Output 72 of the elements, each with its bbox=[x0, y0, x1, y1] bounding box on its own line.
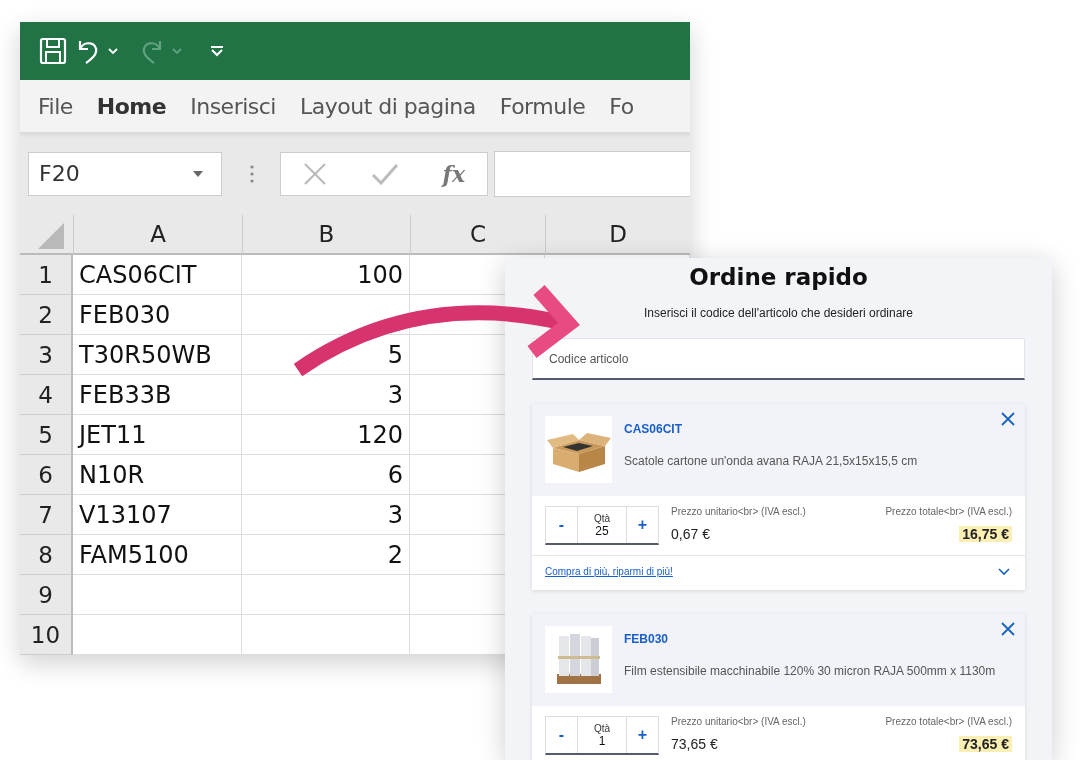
unit-price-label: Prezzo unitario<br> (IVA escl.) bbox=[671, 716, 806, 727]
column-header[interactable]: B bbox=[242, 215, 410, 255]
total-price: 73,65 € bbox=[959, 736, 1012, 752]
row-header[interactable]: 3 bbox=[20, 335, 73, 375]
column-header[interactable]: C bbox=[410, 215, 545, 255]
chevron-down-icon[interactable] bbox=[998, 567, 1010, 576]
quantity-value[interactable]: 1 bbox=[598, 733, 606, 748]
input-field[interactable]: Codice articolo bbox=[532, 338, 1025, 380]
total-price-label: Prezzo totale<br> (IVA escl.) bbox=[885, 506, 1012, 517]
table-cell[interactable]: 2 bbox=[242, 535, 410, 575]
table-cell[interactable]: T30R50WB bbox=[73, 335, 242, 375]
row-header[interactable]: 8 bbox=[20, 535, 73, 575]
table-cell[interactable]: FEB030 bbox=[73, 295, 242, 335]
table-cell[interactable]: FAM5100 bbox=[73, 535, 242, 575]
table-cell[interactable]: 120 bbox=[242, 415, 410, 455]
table-cell[interactable]: 5 bbox=[242, 335, 410, 375]
ribbon-tab[interactable]: Inserisci bbox=[190, 93, 276, 119]
table-cell[interactable]: 100 bbox=[242, 255, 410, 295]
function-button[interactable]: fx bbox=[442, 160, 466, 187]
panel-title: Ordine rapido bbox=[688, 264, 869, 290]
unit-price: 0,67 € bbox=[671, 526, 711, 542]
ribbon-tab[interactable]: File bbox=[38, 93, 73, 119]
quantity-label: Qtà bbox=[593, 722, 611, 734]
quantity-value[interactable]: 25 bbox=[595, 523, 609, 538]
dropdown-icon[interactable] bbox=[193, 170, 203, 177]
unit-price: 73,65 € bbox=[671, 736, 719, 752]
column-header[interactable]: D bbox=[545, 215, 690, 255]
more-icon[interactable] bbox=[250, 163, 254, 184]
table-cell[interactable]: 3 bbox=[242, 375, 410, 415]
row-header[interactable]: 5 bbox=[20, 415, 73, 455]
product-description: Scatole cartone un'onda avana RAJA 21,5x15x15,5 cm bbox=[624, 454, 918, 468]
table-cell[interactable]: FEB33B bbox=[73, 375, 242, 415]
ribbon-tab[interactable]: Fo bbox=[609, 93, 634, 119]
total-price: 16,75 € bbox=[959, 526, 1012, 542]
column-header[interactable]: A bbox=[73, 215, 242, 255]
row-header[interactable]: 10 bbox=[20, 615, 73, 655]
customize-icon[interactable] bbox=[210, 45, 224, 57]
save-icon[interactable] bbox=[38, 36, 68, 66]
row-header[interactable]: 1 bbox=[20, 255, 73, 295]
table-cell[interactable] bbox=[242, 575, 410, 615]
corner-icon[interactable] bbox=[38, 223, 64, 249]
table-cell[interactable] bbox=[73, 575, 242, 615]
table-cell[interactable]: V13107 bbox=[73, 495, 242, 535]
table-cell[interactable] bbox=[73, 615, 242, 655]
close-icon[interactable] bbox=[1001, 412, 1015, 426]
ribbon-tab[interactable]: Layout di pagina bbox=[299, 93, 476, 119]
table-cell[interactable]: JET11 bbox=[73, 415, 242, 455]
ribbon-tab[interactable]: Home bbox=[96, 93, 167, 119]
row-header[interactable]: 2 bbox=[20, 295, 73, 335]
row-header[interactable]: 9 bbox=[20, 575, 73, 615]
table-cell[interactable]: 6 bbox=[242, 455, 410, 495]
table-cell[interactable]: 3 bbox=[242, 495, 410, 535]
row-header[interactable]: 6 bbox=[20, 455, 73, 495]
formula-input[interactable] bbox=[494, 150, 690, 197]
discount-link[interactable]: Compra di più, riparmi di più! bbox=[545, 566, 673, 577]
table-cell[interactable] bbox=[242, 295, 410, 335]
panel-subtitle: Inserisci il codice dell'articolo che desideri ordinare bbox=[642, 306, 915, 320]
table-cell[interactable]: CAS06CIT bbox=[73, 255, 242, 295]
table-cell[interactable]: N10R bbox=[73, 455, 242, 495]
ribbon-tab[interactable]: Formule bbox=[499, 93, 586, 119]
row-header[interactable]: 7 bbox=[20, 495, 73, 535]
table-cell[interactable] bbox=[242, 615, 410, 655]
close-icon[interactable] bbox=[1001, 622, 1015, 636]
product-code[interactable]: CAS06CIT bbox=[624, 422, 918, 436]
unit-price-label: Prezzo unitario<br> (IVA escl.) bbox=[671, 506, 806, 517]
row-header[interactable]: 4 bbox=[20, 375, 73, 415]
name-box[interactable]: F20 bbox=[28, 151, 222, 196]
total-price-label: Prezzo totale<br> (IVA escl.) bbox=[885, 716, 1012, 727]
product-code[interactable]: FEB030 bbox=[624, 632, 996, 646]
quantity-label: Qtà bbox=[593, 512, 611, 524]
check-icon[interactable] bbox=[370, 162, 399, 185]
product-description: Film estensibile macchinabile 120% 30 micron RAJA 500mm x 1130m bbox=[624, 664, 996, 678]
